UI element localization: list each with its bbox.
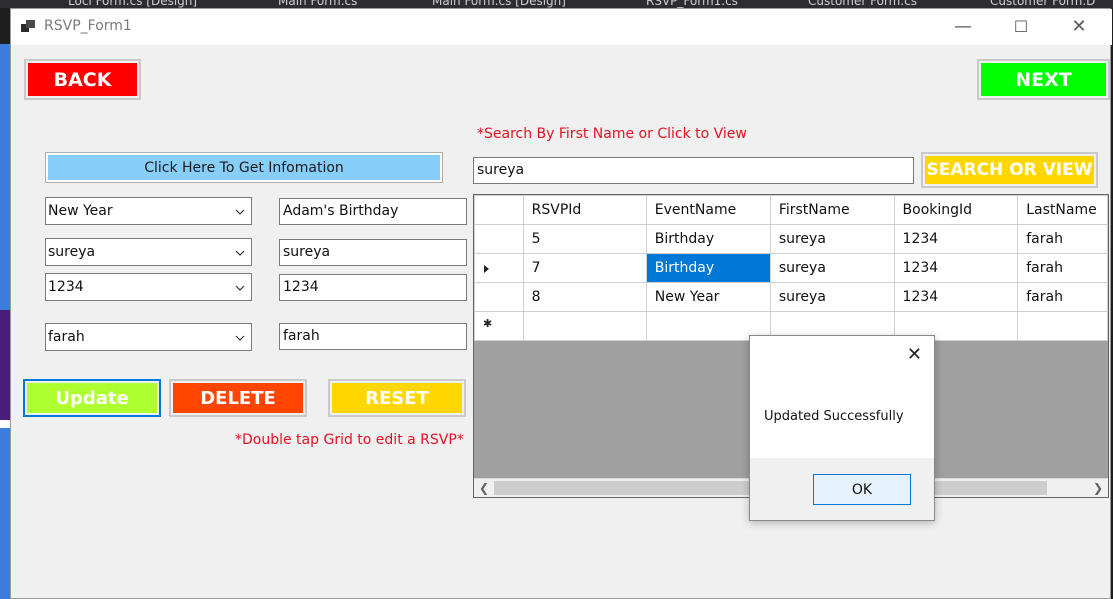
table-row[interactable]: 5 Birthday sureya 1234 farah (474, 224, 1108, 254)
grid-cell[interactable]: 7 (522, 253, 647, 283)
dialog-footer: OK (750, 458, 934, 520)
ide-side-strip (0, 8, 10, 599)
first-name-combo-value: sureya (48, 244, 96, 260)
minimize-button[interactable]: — (934, 9, 992, 43)
dialog-message: Updated Successfully (764, 409, 904, 424)
update-button[interactable]: Update (23, 379, 161, 417)
current-row-arrow-icon (484, 265, 489, 273)
grid-cell[interactable]: sureya (769, 224, 895, 254)
maximize-button[interactable]: ☐ (992, 9, 1050, 43)
grid-cell[interactable]: Birthday (645, 224, 771, 254)
search-or-view-button[interactable]: SEARCH OR VIEW (921, 152, 1098, 188)
grid-cell[interactable]: farah (1017, 253, 1108, 283)
table-row[interactable]: 7 Birthday sureya 1234 farah (474, 253, 1108, 283)
reset-button-label: RESET (365, 387, 429, 409)
booking-id-combo[interactable]: 1234 (45, 273, 252, 301)
ide-tab[interactable]: Customer Form.cs (808, 0, 917, 8)
grid-corner-cell (474, 195, 524, 225)
grid-cell[interactable]: farah (1017, 224, 1108, 254)
get-information-button[interactable]: Click Here To Get Infomation (45, 152, 443, 183)
ide-tab[interactable]: Customer Form.D (990, 0, 1095, 8)
grid-cell[interactable]: sureya (769, 282, 895, 312)
update-button-fill: Update (27, 383, 157, 413)
row-header[interactable] (474, 224, 524, 254)
ide-tab[interactable]: Loci Form.cs [Design] (68, 0, 197, 8)
back-button-label: BACK (53, 68, 112, 91)
delete-button-fill: DELETE (173, 383, 303, 413)
close-button[interactable]: ✕ (1050, 9, 1108, 43)
row-header[interactable] (474, 282, 524, 312)
grid-cell[interactable]: farah (1017, 282, 1108, 312)
last-name-textbox[interactable]: farah (279, 323, 467, 350)
next-button-label: NEXT (1015, 68, 1072, 91)
event-name-combo-value: New Year (48, 203, 113, 219)
dialog-close-icon[interactable]: ✕ (907, 344, 922, 365)
grid-cell[interactable]: 1234 (893, 282, 1019, 312)
first-name-combo[interactable]: sureya (45, 238, 252, 266)
grid-cell[interactable] (522, 311, 647, 341)
column-header[interactable]: RSVPId (522, 195, 647, 225)
update-button-label: Update (55, 387, 129, 409)
search-or-view-label: SEARCH OR VIEW (926, 160, 1093, 180)
grid-cell[interactable] (1017, 311, 1108, 341)
rsvp-form-window: RSVP_Form1 — ☐ ✕ BACK NEXT Click Here To… (10, 8, 1112, 599)
get-information-label: Click Here To Get Infomation (48, 155, 440, 180)
last-name-combo-value: farah (48, 329, 85, 345)
row-header[interactable]: ✱ (474, 311, 524, 341)
search-input[interactable]: sureya (473, 157, 914, 184)
window-title: RSVP_Form1 (44, 18, 132, 34)
grid-cell[interactable]: 8 (522, 282, 647, 312)
grid-cell[interactable]: New Year (645, 282, 771, 312)
delete-button-label: DELETE (200, 387, 276, 409)
booking-id-combo-value: 1234 (48, 279, 84, 295)
ide-tab[interactable]: RSVP_Form1.cs (646, 0, 738, 8)
grid-edit-hint: *Double tap Grid to edit a RSVP* (235, 432, 464, 448)
ok-button[interactable]: OK (813, 474, 911, 505)
grid-header-row: RSVPId EventName FirstName BookingId Las… (474, 195, 1108, 225)
event-name-textbox[interactable]: Adam's Birthday (279, 198, 467, 225)
event-name-combo[interactable]: New Year (45, 197, 252, 225)
column-header[interactable]: EventName (645, 195, 771, 225)
back-button[interactable]: BACK (24, 59, 141, 100)
ide-tab-strip: Loci Form.cs [Design] Main Form.cs Main … (0, 0, 1113, 8)
column-header[interactable]: FirstName (769, 195, 895, 225)
column-header[interactable]: BookingId (893, 195, 1019, 225)
chevron-down-icon (235, 209, 245, 215)
chevron-down-icon (235, 285, 245, 291)
app-icon (21, 20, 35, 32)
next-button-fill: NEXT (981, 63, 1106, 96)
grid-cell[interactable]: 1234 (893, 253, 1019, 283)
ide-tab[interactable]: Main Form.cs (278, 0, 357, 8)
delete-button[interactable]: DELETE (169, 379, 307, 417)
grid-cell[interactable]: 5 (522, 224, 647, 254)
search-or-view-fill: SEARCH OR VIEW (925, 156, 1094, 184)
scroll-left-icon[interactable]: ❮ (479, 481, 489, 495)
message-dialog: ✕ Updated Successfully OK (749, 335, 935, 521)
column-header[interactable]: LastName (1017, 195, 1108, 225)
grid-cell-selected[interactable]: Birthday (645, 253, 771, 283)
grid-cell[interactable]: 1234 (893, 224, 1019, 254)
last-name-combo[interactable]: farah (45, 323, 252, 351)
table-row[interactable]: 8 New Year sureya 1234 farah (474, 282, 1108, 312)
next-button[interactable]: NEXT (977, 59, 1110, 100)
grid-table: RSVPId EventName FirstName BookingId Las… (474, 195, 1108, 341)
scroll-right-icon[interactable]: ❯ (1093, 481, 1103, 495)
back-button-fill: BACK (28, 63, 137, 96)
reset-button[interactable]: RESET (328, 379, 466, 417)
chevron-down-icon (235, 250, 245, 256)
first-name-textbox[interactable]: sureya (279, 239, 467, 266)
chevron-down-icon (235, 335, 245, 341)
booking-id-textbox[interactable]: 1234 (279, 274, 467, 301)
ide-tab[interactable]: Main Form.cs [Design] (432, 0, 566, 8)
grid-cell[interactable]: sureya (769, 253, 895, 283)
title-bar: RSVP_Form1 — ☐ ✕ (11, 9, 1112, 45)
new-row-asterisk-icon: ✱ (483, 317, 493, 330)
row-header[interactable] (474, 253, 524, 283)
reset-button-fill: RESET (332, 383, 462, 413)
search-hint: *Search By First Name or Click to View (477, 126, 747, 142)
